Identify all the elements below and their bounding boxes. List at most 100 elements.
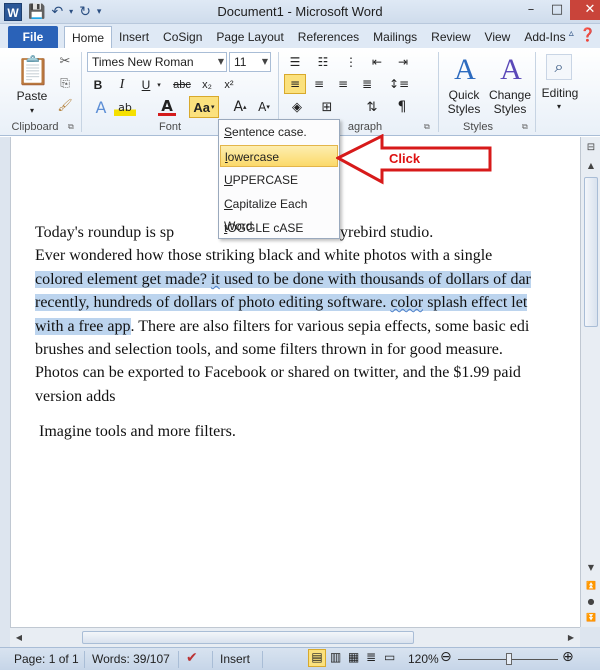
horizontal-scroll-thumb[interactable] <box>82 631 414 644</box>
multilevel-list-icon[interactable]: ⋮ <box>340 54 362 70</box>
align-center-icon[interactable]: ≡ <box>308 74 330 94</box>
sort-icon[interactable]: ⇅ <box>362 98 382 116</box>
font-color-icon[interactable]: A <box>158 97 176 116</box>
tab-cosign[interactable]: CoSign <box>156 26 209 48</box>
scroll-left-icon[interactable]: ◀ <box>12 628 26 648</box>
clipboard-paste-icon[interactable]: 📋 <box>16 52 51 88</box>
tab-insert[interactable]: Insert <box>112 26 156 48</box>
maximize-icon[interactable]: □ <box>544 0 570 20</box>
clipboard-launcher-icon[interactable]: ⧉ <box>68 122 74 132</box>
tab-file[interactable]: File <box>8 26 58 48</box>
editing-button[interactable]: Editing <box>538 86 582 100</box>
format-painter-icon[interactable]: 🖌 <box>57 98 72 112</box>
line-spacing-icon[interactable]: ↕≡ <box>386 74 412 94</box>
font-name-field[interactable]: Times New Roman ▼ <box>87 52 227 72</box>
increase-indent-icon[interactable]: ⇥ <box>392 54 414 70</box>
print-layout-icon[interactable]: ▤ <box>308 649 326 667</box>
chevron-down-icon[interactable]: ▼ <box>262 53 268 71</box>
zoom-slider-thumb[interactable] <box>506 653 512 665</box>
underline-button[interactable]: U <box>138 76 154 94</box>
next-page-icon[interactable]: ⏬ <box>581 611 600 625</box>
status-word-count[interactable]: Words: 39/107 <box>92 652 170 666</box>
scroll-up-icon[interactable]: ▲ <box>581 159 600 173</box>
highlight-color-icon[interactable]: ab <box>114 98 136 116</box>
ruler-toggle-icon[interactable]: ⊟ <box>581 141 600 155</box>
document-body[interactable]: Today's roundup is spsh effect from lyre… <box>35 221 580 444</box>
scroll-right-icon[interactable]: ▶ <box>564 628 578 648</box>
show-formatting-icon[interactable]: ¶ <box>392 98 412 116</box>
full-screen-reading-icon[interactable]: ▥ <box>330 650 341 664</box>
menu-item-lowercase[interactable]: lowercase <box>220 145 338 167</box>
quick-styles-label[interactable]: Quick <box>444 88 484 102</box>
find-binoculars-icon[interactable]: ⌕ <box>546 54 572 80</box>
vertical-scrollbar[interactable]: ⊟ ▲ ▼ ⏫ ● ⏬ <box>580 137 600 627</box>
change-styles-label-2[interactable]: Styles <box>488 102 532 116</box>
paste-button[interactable]: Paste <box>10 88 54 104</box>
status-separator <box>212 651 213 668</box>
tab-references[interactable]: References <box>291 26 366 48</box>
minimize-ribbon-icon[interactable]: ▵ <box>569 28 574 43</box>
zoom-out-icon[interactable]: ⊖ <box>440 649 452 665</box>
subscript-button[interactable]: x₂ <box>198 76 216 94</box>
tab-add-ins[interactable]: Add-Ins <box>517 26 572 48</box>
menu-item-uppercase[interactable]: UPPERCASE <box>220 169 338 191</box>
status-zoom-level[interactable]: 120% <box>408 652 439 666</box>
menu-item-capitalize-each-word[interactable]: Capitalize Each Word <box>220 193 338 233</box>
status-page-count[interactable]: Page: 1 of 1 <box>14 652 79 666</box>
close-icon[interactable]: ✕ <box>570 0 600 20</box>
justify-icon[interactable]: ≣ <box>356 74 378 94</box>
copy-icon[interactable]: ⎘ <box>58 76 72 90</box>
align-right-icon[interactable]: ≡ <box>332 74 354 94</box>
change-styles-label[interactable]: Change <box>488 88 532 102</box>
tab-home[interactable]: Home <box>64 26 113 48</box>
menu-item-toggle-case[interactable]: tOGGLE cASE <box>220 217 338 239</box>
superscript-button[interactable]: x² <box>220 76 238 94</box>
ribbon-tabs: File Home Insert CoSign Page Layout Refe… <box>0 24 600 48</box>
shrink-font-icon[interactable]: A ▾ <box>254 98 274 116</box>
decrease-indent-icon[interactable]: ⇤ <box>366 54 388 70</box>
quick-styles-icon[interactable]: A <box>448 52 482 88</box>
cut-icon[interactable]: ✂ <box>58 54 72 69</box>
outline-icon[interactable]: ≣ <box>366 650 376 664</box>
zoom-in-icon[interactable]: ⊕ <box>562 649 574 665</box>
strikethrough-button[interactable]: abc <box>170 76 194 94</box>
grow-font-icon[interactable]: A ▴ <box>230 98 250 116</box>
tab-review[interactable]: Review <box>424 26 477 48</box>
draft-icon[interactable]: ▭ <box>384 650 395 664</box>
underline-dropdown-icon[interactable]: ▾ <box>154 76 164 94</box>
text-line: colored element get made? it used to be … <box>35 268 580 291</box>
shading-icon[interactable]: ◈ <box>286 98 308 116</box>
change-styles-icon[interactable]: A <box>494 52 528 88</box>
quick-styles-label-2[interactable]: Styles <box>444 102 484 116</box>
italic-button[interactable]: I <box>114 76 130 94</box>
borders-icon[interactable]: ⊞ <box>316 98 338 116</box>
bold-button[interactable]: B <box>90 76 106 94</box>
proofing-icon[interactable]: ✔ <box>186 650 198 666</box>
change-case-button[interactable]: Aa ▾ <box>189 96 219 118</box>
chevron-down-icon[interactable]: ▼ <box>218 53 224 71</box>
text-line: Photos can be exported to Facebook or sh… <box>35 364 521 382</box>
tab-page-layout[interactable]: Page Layout <box>209 26 290 48</box>
previous-page-icon[interactable]: ⏫ <box>581 579 600 593</box>
paragraph-launcher-icon[interactable]: ⧉ <box>424 122 430 132</box>
minimize-icon[interactable]: – <box>518 0 544 20</box>
paste-dropdown-icon[interactable]: ▾ <box>26 104 38 116</box>
vertical-scroll-thumb[interactable] <box>584 177 598 327</box>
numbering-icon[interactable]: ☷ <box>312 54 334 70</box>
menu-item-sentence-case[interactable]: Sentence case. <box>220 121 338 143</box>
help-icon[interactable]: ❓ <box>580 28 596 43</box>
horizontal-scrollbar[interactable]: ◀ ▶ <box>10 627 580 647</box>
group-separator <box>438 52 439 132</box>
tab-mailings[interactable]: Mailings <box>366 26 424 48</box>
status-insert-mode[interactable]: Insert <box>220 652 250 666</box>
font-size-field[interactable]: 11 ▼ <box>229 52 271 72</box>
styles-launcher-icon[interactable]: ⧉ <box>522 122 528 132</box>
tab-view[interactable]: View <box>478 26 518 48</box>
scroll-down-icon[interactable]: ▼ <box>581 561 600 575</box>
browse-object-icon[interactable]: ● <box>581 595 600 609</box>
web-layout-icon[interactable]: ▦ <box>348 650 359 664</box>
editing-dropdown-icon[interactable]: ▾ <box>554 100 564 112</box>
align-left-icon[interactable]: ≡ <box>284 74 306 94</box>
bullets-icon[interactable]: ☰ <box>284 54 306 70</box>
text-effects-icon[interactable]: A <box>90 98 112 117</box>
